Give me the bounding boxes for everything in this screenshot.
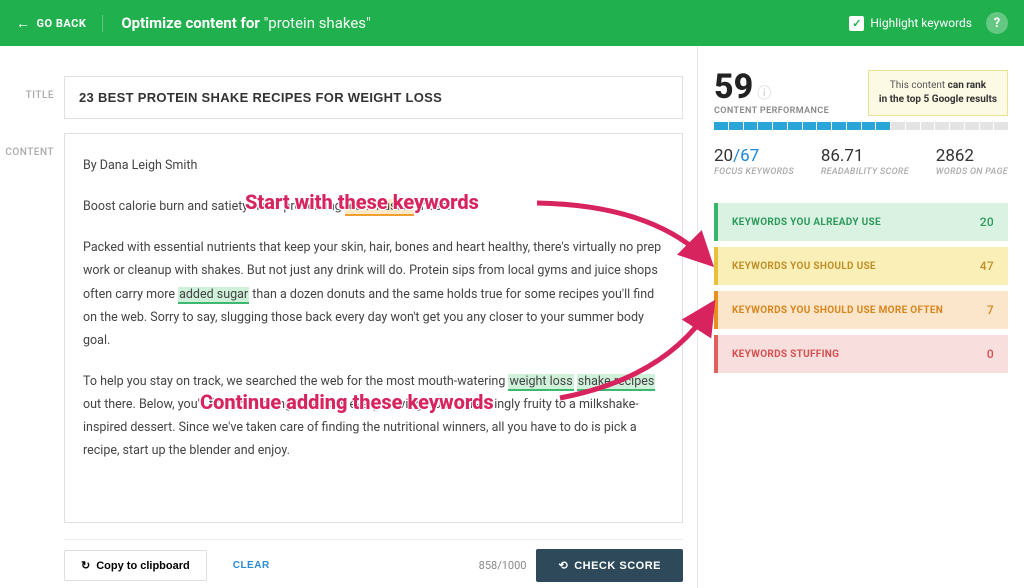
copy-button[interactable]: ↻ Copy to clipboard: [64, 550, 207, 581]
topbar: ← GO BACK Optimize content for "protein …: [0, 0, 1024, 46]
word-counter: 858/1000: [479, 559, 527, 572]
actions-bar: ↻ Copy to clipboard CLEAR 858/1000 ⟲ CHE…: [64, 539, 683, 582]
highlight-green: weight loss: [508, 374, 573, 391]
byline: By Dana Leigh Smith: [83, 154, 664, 177]
content-editor[interactable]: By Dana Leigh Smith Boost calorie burn a…: [64, 133, 683, 523]
highlight-keywords-toggle[interactable]: ✓ Highlight keywords: [849, 16, 972, 31]
rank-hint: This content can rank in the top 5 Googl…: [868, 70, 1008, 116]
gauge-icon: ⟲: [558, 559, 568, 572]
score-bar: [714, 122, 1008, 130]
top-right: ✓ Highlight keywords ?: [849, 12, 1008, 34]
highlight-green: added sugar: [178, 287, 249, 304]
refresh-icon: ↻: [81, 559, 90, 572]
paragraph-1: Boost calorie burn and satiety while pre…: [83, 195, 664, 218]
editor-panel: TITLE CONTENT By Dana Leigh Smith Boost …: [0, 46, 698, 588]
help-icon[interactable]: ?: [986, 12, 1008, 34]
content-label: CONTENT: [0, 133, 64, 523]
metrics-row: 20/67 FOCUS KEYWORDS 86.71 READABILITY S…: [714, 146, 1008, 177]
metric-readability: 86.71 READABILITY SCORE: [821, 146, 909, 177]
clear-button[interactable]: CLEAR: [217, 552, 286, 579]
paragraph-3: To help you stay on track, we searched t…: [83, 370, 664, 463]
title-label: TITLE: [0, 76, 64, 119]
content-score: 59 ⓘ: [714, 70, 856, 104]
kw-stuffing[interactable]: KEYWORDS STUFFING 0: [714, 335, 1008, 373]
main: TITLE CONTENT By Dana Leigh Smith Boost …: [0, 46, 1024, 588]
metric-words: 2862 WORDS ON PAGE: [936, 146, 1008, 177]
go-back-button[interactable]: ← GO BACK: [16, 15, 103, 32]
kw-already-use[interactable]: KEYWORDS YOU ALREADY USE 20: [714, 203, 1008, 241]
check-score-button[interactable]: ⟲ CHECK SCORE: [536, 549, 683, 582]
paragraph-2: Packed with essential nutrients that kee…: [83, 236, 664, 352]
metric-focus-keywords: 20/67 FOCUS KEYWORDS: [714, 146, 794, 177]
title-input[interactable]: [64, 76, 683, 119]
score-label: CONTENT PERFORMANCE: [714, 106, 856, 116]
kw-should-use[interactable]: KEYWORDS YOU SHOULD USE 47: [714, 247, 1008, 285]
metrics-panel: 59 ⓘ CONTENT PERFORMANCE This content ca…: [698, 46, 1024, 588]
checkbox-checked-icon: ✓: [849, 16, 864, 31]
arrow-left-icon: ←: [16, 15, 31, 32]
highlight-orange: lean muscle: [345, 199, 414, 216]
info-icon[interactable]: ⓘ: [757, 87, 771, 101]
kw-use-more-often[interactable]: KEYWORDS YOU SHOULD USE MORE OFTEN 7: [714, 291, 1008, 329]
go-back-label: GO BACK: [37, 17, 87, 30]
page-title: Optimize content for "protein shakes": [121, 14, 371, 32]
highlight-green: shake recipes: [577, 374, 656, 391]
